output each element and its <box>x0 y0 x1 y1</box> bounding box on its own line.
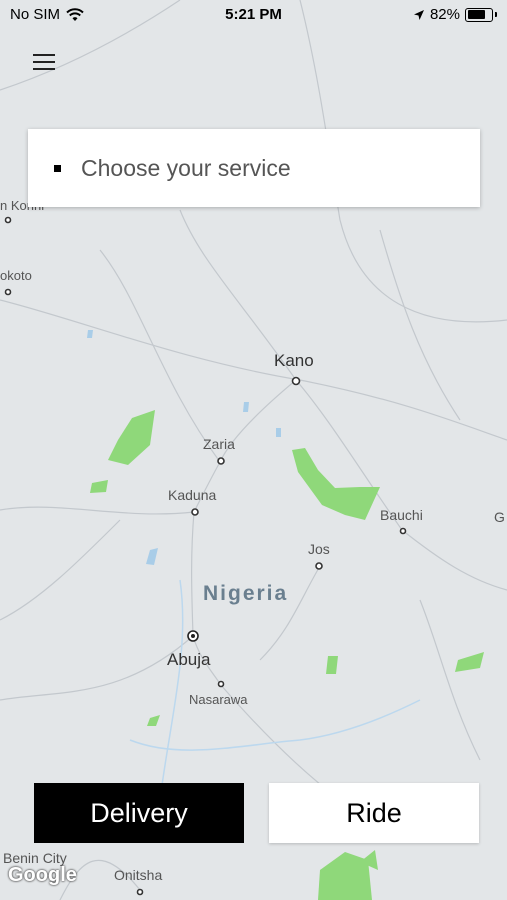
battery-percent: 82% <box>429 6 460 23</box>
status-bar: No SIM 5:21 PM 82% <box>0 0 507 32</box>
map-label-zaria: Zaria <box>203 436 235 452</box>
menu-line <box>33 61 55 63</box>
map-label-kano: Kano <box>274 351 314 370</box>
map-label-jos: Jos <box>308 541 330 557</box>
map-label-sokoto: okoto <box>0 268 32 283</box>
service-selector[interactable]: Choose your service <box>28 129 480 207</box>
location-arrow-icon <box>413 9 424 20</box>
delivery-button[interactable]: Delivery <box>34 783 244 843</box>
map-label-g: G <box>494 509 505 525</box>
map-label-nasarawa: Nasarawa <box>189 692 248 707</box>
ride-button[interactable]: Ride <box>269 783 479 843</box>
bullet-icon <box>54 164 61 172</box>
battery-cap <box>495 12 497 17</box>
google-attribution-logo: Google <box>8 864 77 886</box>
map-label-nigeria: Nigeria <box>203 582 289 605</box>
battery-icon <box>465 7 493 22</box>
map-label-abuja: Abuja <box>167 650 211 669</box>
battery-fill <box>467 10 485 19</box>
status-right: 82% <box>413 6 497 23</box>
map-label-onitsha: Onitsha <box>114 867 163 883</box>
menu-line <box>33 68 55 70</box>
map-label-kaduna: Kaduna <box>168 487 217 503</box>
map-label-bauchi: Bauchi <box>380 507 423 523</box>
service-selector-placeholder: Choose your service <box>81 154 291 181</box>
hamburger-menu-icon[interactable] <box>33 50 61 74</box>
menu-line <box>33 54 55 56</box>
